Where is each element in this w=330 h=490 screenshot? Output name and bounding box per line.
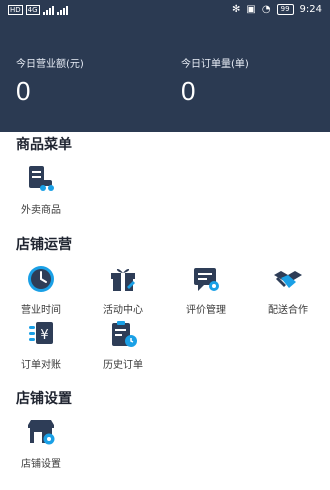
orders-value: 0 xyxy=(181,76,196,106)
tile-order-history[interactable]: 历史订单 xyxy=(83,318,163,371)
signal-icon xyxy=(42,5,54,15)
reconcile-icon: ¥ xyxy=(29,322,53,344)
alarm-icon: ◔ xyxy=(261,4,271,15)
tile-label: 评价管理 xyxy=(186,305,226,316)
tile-label: 外卖商品 xyxy=(21,205,61,216)
revenue-label: 今日营业额(元) xyxy=(16,59,84,70)
tile-takeout-goods[interactable]: 外卖商品 xyxy=(1,163,81,216)
tile-label: 店铺设置 xyxy=(21,459,61,470)
section-title-settings: 店铺设置 xyxy=(16,391,72,407)
tile-label: 活动中心 xyxy=(103,305,143,316)
clock-icon xyxy=(28,266,54,292)
section-title-operations: 店铺运营 xyxy=(16,237,72,253)
orders-label: 今日订单量(单) xyxy=(181,59,249,70)
status-bar: HD 4G ✻ ▣ ◔ 99 9:24 xyxy=(0,0,330,22)
dashboard-header: HD 4G ✻ ▣ ◔ 99 9:24 今日营业额(元) 0 今日订单量(单) … xyxy=(0,0,330,132)
tile-label: 营业时间 xyxy=(21,305,61,316)
tile-delivery-cooperation[interactable]: 配送合作 xyxy=(248,263,328,316)
signal-icon-2 xyxy=(56,5,68,15)
svg-text:¥: ¥ xyxy=(40,328,48,343)
order-history-icon xyxy=(112,321,137,347)
review-icon xyxy=(194,268,219,291)
takeout-goods-icon xyxy=(29,166,54,191)
tile-label: 配送合作 xyxy=(268,305,308,316)
network-badge: 4G xyxy=(25,5,40,15)
handshake-icon xyxy=(274,271,302,288)
carrier-badge: HD xyxy=(8,5,23,15)
orders-metric[interactable]: 今日订单量(单) 0 xyxy=(181,55,249,107)
store-settings-icon xyxy=(28,420,55,445)
section-title-products: 商品菜单 xyxy=(16,137,72,153)
status-time: 9:24 xyxy=(299,4,322,15)
tile-label: 订单对账 xyxy=(21,360,61,371)
tile-business-hours[interactable]: 营业时间 xyxy=(1,263,81,316)
vibrate-icon: ✻ xyxy=(232,4,241,15)
status-left: HD 4G xyxy=(8,5,68,15)
nfc-icon: ▣ xyxy=(246,4,256,15)
tile-review-management[interactable]: 评价管理 xyxy=(166,263,246,316)
revenue-metric[interactable]: 今日营业额(元) 0 xyxy=(16,55,84,107)
tile-order-reconciliation[interactable]: ¥ 订单对账 xyxy=(1,318,81,371)
gift-icon xyxy=(111,268,135,291)
tile-activity-center[interactable]: 活动中心 xyxy=(83,263,163,316)
tile-store-settings[interactable]: 店铺设置 xyxy=(1,417,81,470)
revenue-value: 0 xyxy=(16,76,31,106)
battery-indicator: 99 xyxy=(276,4,294,15)
tile-label: 历史订单 xyxy=(103,360,143,371)
status-right: ✻ ▣ ◔ 99 9:24 xyxy=(232,4,322,15)
